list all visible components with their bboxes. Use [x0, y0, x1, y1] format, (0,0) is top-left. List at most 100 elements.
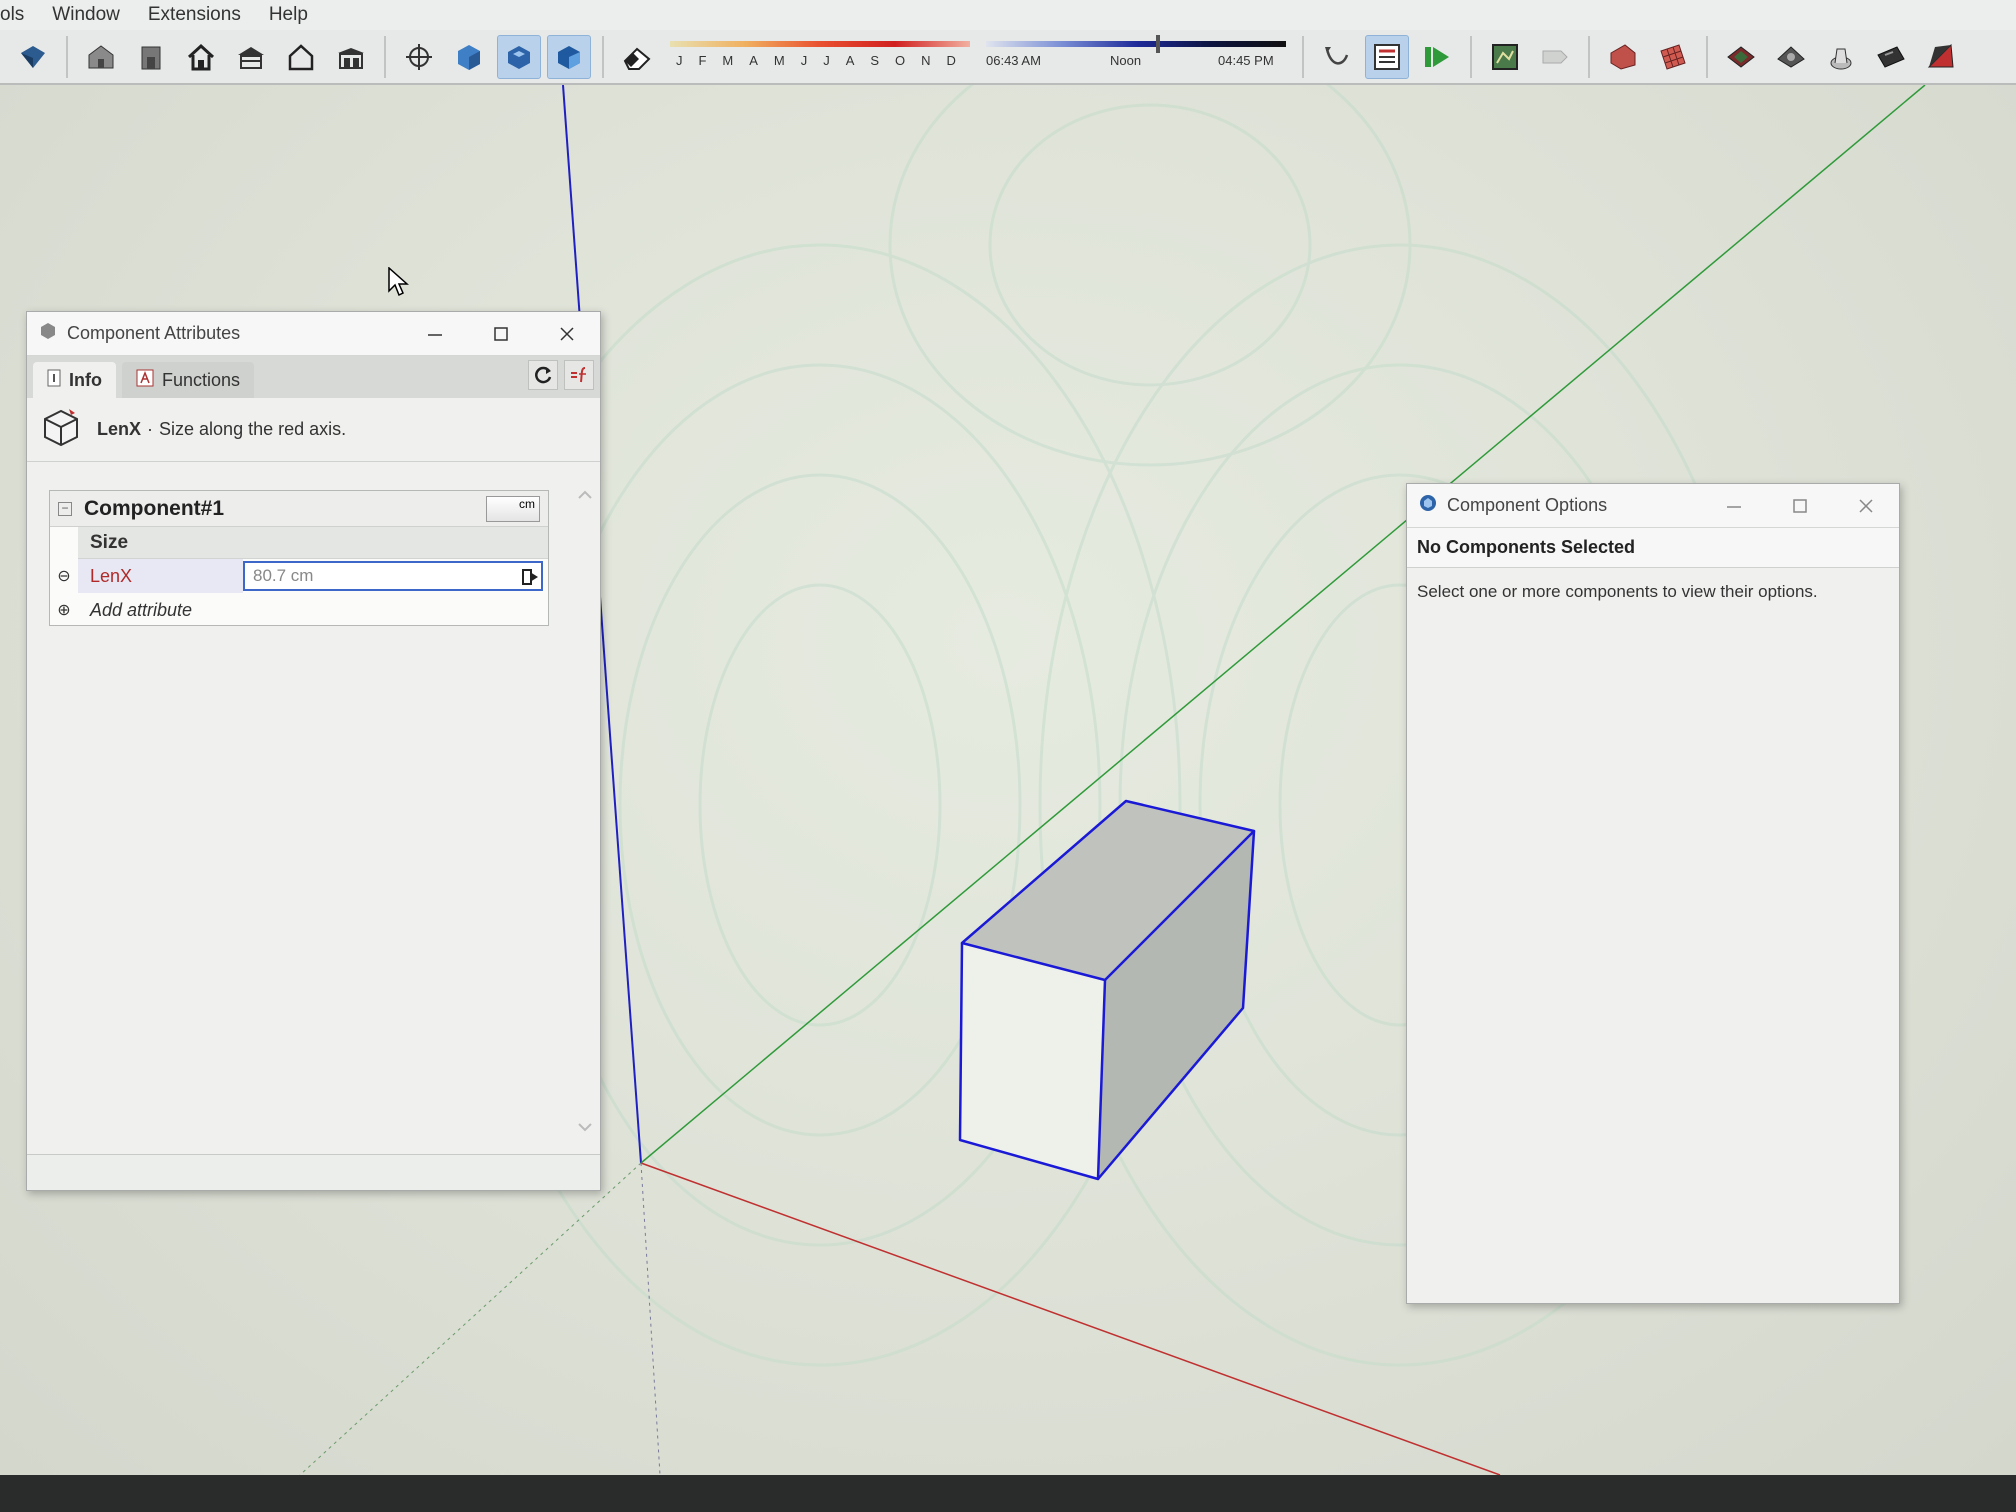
attr-info-bar: LenX · Size along the red axis.: [27, 398, 600, 462]
component-blue-icon[interactable]: [547, 34, 591, 79]
toolbar-separator: [384, 35, 386, 78]
layer-red-icon[interactable]: [1601, 35, 1645, 79]
maximize-button[interactable]: [468, 312, 534, 356]
component-header[interactable]: − Component#1 cm: [50, 491, 548, 527]
month-label: D: [946, 52, 956, 68]
opt-window-title: Component Options: [1447, 495, 1608, 515]
month-label: J: [823, 52, 830, 68]
house-home-icon[interactable]: [179, 35, 223, 79]
component-options-window: Component Options No Components Selected…: [1406, 483, 1900, 1304]
shadow-time-thumb[interactable]: [1156, 34, 1160, 53]
collapse-icon[interactable]: −: [58, 501, 72, 516]
attribute-value-field[interactable]: 80.7 cm: [243, 561, 543, 591]
close-button[interactable]: [1833, 484, 1899, 528]
month-label: M: [722, 52, 734, 68]
sandbox-3-icon[interactable]: [1819, 35, 1863, 79]
options-message: Select one or more components to view th…: [1417, 582, 1818, 601]
shadow-date-track[interactable]: [670, 40, 970, 47]
section-blue-icon[interactable]: [447, 35, 491, 79]
play-icon[interactable]: [1415, 35, 1459, 79]
formula-arrow-icon[interactable]: [521, 566, 539, 593]
tab-info[interactable]: Info: [33, 362, 116, 398]
sandbox-5-icon[interactable]: [1919, 35, 1963, 79]
tag-icon[interactable]: [1533, 35, 1577, 79]
opt-titlebar[interactable]: Component Options: [1407, 484, 1899, 528]
info-description: Size along the red axis.: [159, 419, 347, 439]
shadow-month-labels: J F M A M J J A S O N D: [676, 53, 956, 68]
attr-status-bar: [27, 1154, 600, 1190]
month-label: A: [845, 52, 855, 68]
minimize-button[interactable]: [402, 312, 468, 356]
component-active-icon[interactable]: [497, 34, 541, 79]
attribute-name[interactable]: LenX: [78, 559, 243, 593]
remove-attribute-icon[interactable]: ⊖: [50, 566, 78, 586]
month-label: M: [773, 52, 785, 68]
minimize-button[interactable]: [1701, 484, 1767, 528]
tab-functions[interactable]: Functions: [122, 362, 255, 398]
add-attribute-row[interactable]: ⊕ Add attribute: [50, 593, 548, 627]
attr-window-title: Component Attributes: [67, 323, 241, 343]
blue-axis-negative: [640, 1162, 661, 1475]
component-panel: − Component#1 cm Size ⊖ LenX 80.7 cm ⊕ A…: [49, 490, 549, 626]
mouse-cursor-icon: [388, 266, 410, 302]
shadow-time-slider[interactable]: 06:43 AM Noon 04:45 PM: [986, 34, 1286, 79]
toolbar-separator: [602, 35, 604, 78]
toolbar-separator: [1302, 35, 1304, 78]
month-label: S: [870, 52, 880, 68]
toolbar-separator: [66, 35, 68, 78]
month-label: F: [698, 52, 707, 68]
tab-functions-label: Functions: [162, 369, 241, 390]
maximize-button[interactable]: [1767, 484, 1833, 528]
shadow-date-slider[interactable]: J F M A M J J A S O N D: [670, 35, 970, 79]
tab-info-label: Info: [69, 369, 102, 390]
time-end-label: 04:45 PM: [1218, 52, 1274, 68]
grid-red-icon[interactable]: [1651, 35, 1695, 79]
house-side-icon[interactable]: [329, 35, 373, 79]
sandbox-1-icon[interactable]: [1719, 35, 1763, 79]
info-separator: ·: [147, 419, 154, 439]
menu-extensions[interactable]: Extensions: [134, 4, 255, 26]
attr-tools: [522, 360, 594, 390]
refresh-icon[interactable]: [528, 360, 558, 390]
units-toggle[interactable]: cm: [486, 495, 540, 522]
monitor-bezel: [0, 1475, 2016, 1512]
house-iso-icon[interactable]: [79, 35, 123, 79]
info-icon: [47, 369, 61, 392]
menu-tools[interactable]: ols: [0, 4, 38, 26]
undo-curve-icon[interactable]: [1315, 35, 1359, 79]
options-heading: No Components Selected: [1407, 528, 1899, 568]
sandbox-2-icon[interactable]: [1769, 35, 1813, 79]
component-attributes-window: Component Attributes Info Functions LenX…: [26, 311, 601, 1191]
close-button[interactable]: [534, 312, 600, 356]
time-mid-label: Noon: [1110, 52, 1142, 68]
house-roof-icon[interactable]: [229, 35, 273, 79]
month-label: J: [800, 52, 808, 68]
menu-bar: ols Window Extensions Help: [0, 0, 2016, 30]
attribute-row-lenx: ⊖ LenX 80.7 cm: [50, 559, 548, 593]
month-label: N: [921, 52, 931, 68]
add-attribute-icon[interactable]: ⊕: [50, 600, 78, 620]
menu-window[interactable]: Window: [38, 4, 134, 26]
attr-section-label: Size: [78, 527, 548, 559]
toggle-formula-icon[interactable]: [564, 360, 594, 390]
house-front-icon[interactable]: [129, 35, 173, 79]
toolbar-separator: [1588, 35, 1590, 78]
orbit-icon[interactable]: [397, 35, 441, 79]
toolbar-separator: [1470, 35, 1472, 78]
house-outline-icon[interactable]: [279, 35, 323, 79]
function-icon: [136, 369, 154, 392]
menu-help[interactable]: Help: [255, 4, 322, 26]
eraser-icon[interactable]: [615, 35, 659, 79]
month-label: O: [895, 52, 906, 68]
attr-titlebar[interactable]: Component Attributes: [27, 312, 600, 356]
attr-scrollbar[interactable]: [573, 488, 597, 1138]
add-attribute-label[interactable]: Add attribute: [78, 600, 192, 621]
report-icon[interactable]: [1365, 34, 1409, 79]
green-axis-negative: [299, 1162, 642, 1475]
sandbox-4-icon[interactable]: [1869, 35, 1913, 79]
map-icon[interactable]: [1483, 35, 1527, 79]
shadow-time-track[interactable]: [986, 40, 1286, 47]
styles-icon[interactable]: [11, 35, 55, 79]
month-label: A: [749, 52, 758, 68]
info-attribute-name: LenX: [97, 419, 142, 439]
